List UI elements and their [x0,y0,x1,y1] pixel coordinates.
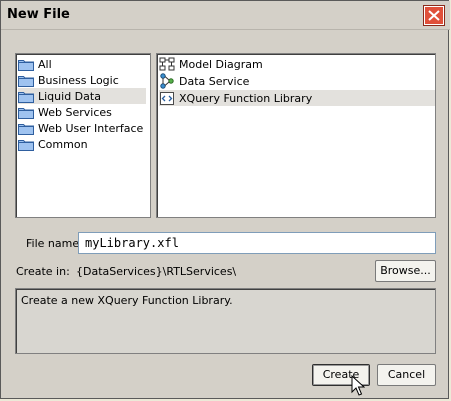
title-bar: New File [1,1,450,30]
description-box: Create a new XQuery Function Library. [15,288,436,354]
model-diagram-icon [159,57,175,71]
file-type-item-xquery-function-library[interactable]: XQuery Function Library [159,90,435,106]
category-item-all[interactable]: All [18,56,146,72]
category-item-business-logic[interactable]: Business Logic [18,72,146,88]
category-list[interactable]: All Business Logic Liquid Data Web Servi… [15,53,151,218]
folder-icon [18,75,34,87]
mouse-pointer-icon [351,375,365,396]
category-item-web-user-interface[interactable]: Web User Interface [18,120,146,136]
folder-icon [18,107,34,119]
category-label: All [38,57,52,71]
folder-icon [18,139,34,151]
dialog-title: New File [7,7,70,22]
file-type-list[interactable]: Model Diagram Data Service XQuery Functi… [156,53,436,218]
cancel-button[interactable]: Cancel [377,364,436,386]
file-type-item-model-diagram[interactable]: Model Diagram [159,56,431,72]
file-type-label: Data Service [179,74,250,88]
file-type-item-data-service[interactable]: Data Service [159,73,431,89]
xquery-library-icon [160,91,174,105]
folder-icon [18,123,34,135]
folder-icon [18,59,34,71]
file-type-label: Model Diagram [179,57,263,71]
folder-icon [18,91,34,103]
category-label: Common [38,137,88,151]
close-icon [428,10,440,21]
category-item-common[interactable]: Common [18,136,146,152]
file-type-label: XQuery Function Library [179,91,313,105]
new-file-dialog: New File All Business Logic Liquid Data … [0,0,450,399]
category-item-web-services[interactable]: Web Services [18,104,146,120]
category-label: Liquid Data [38,89,101,103]
category-label: Business Logic [38,73,119,87]
close-button[interactable] [424,6,444,25]
category-item-liquid-data[interactable]: Liquid Data [18,88,146,104]
category-label: Web User Interface [38,121,144,135]
category-label: Web Services [38,105,112,119]
description-text: Create a new XQuery Function Library. [21,294,233,307]
file-name-label: File name: [26,237,83,250]
data-service-icon [160,73,174,89]
create-in-label: Create in: [16,265,70,278]
browse-button[interactable]: Browse... [375,260,436,282]
file-name-input[interactable]: myLibrary.xfl [78,232,436,254]
create-in-path: {DataServices}\RTLServices\ [76,265,237,278]
